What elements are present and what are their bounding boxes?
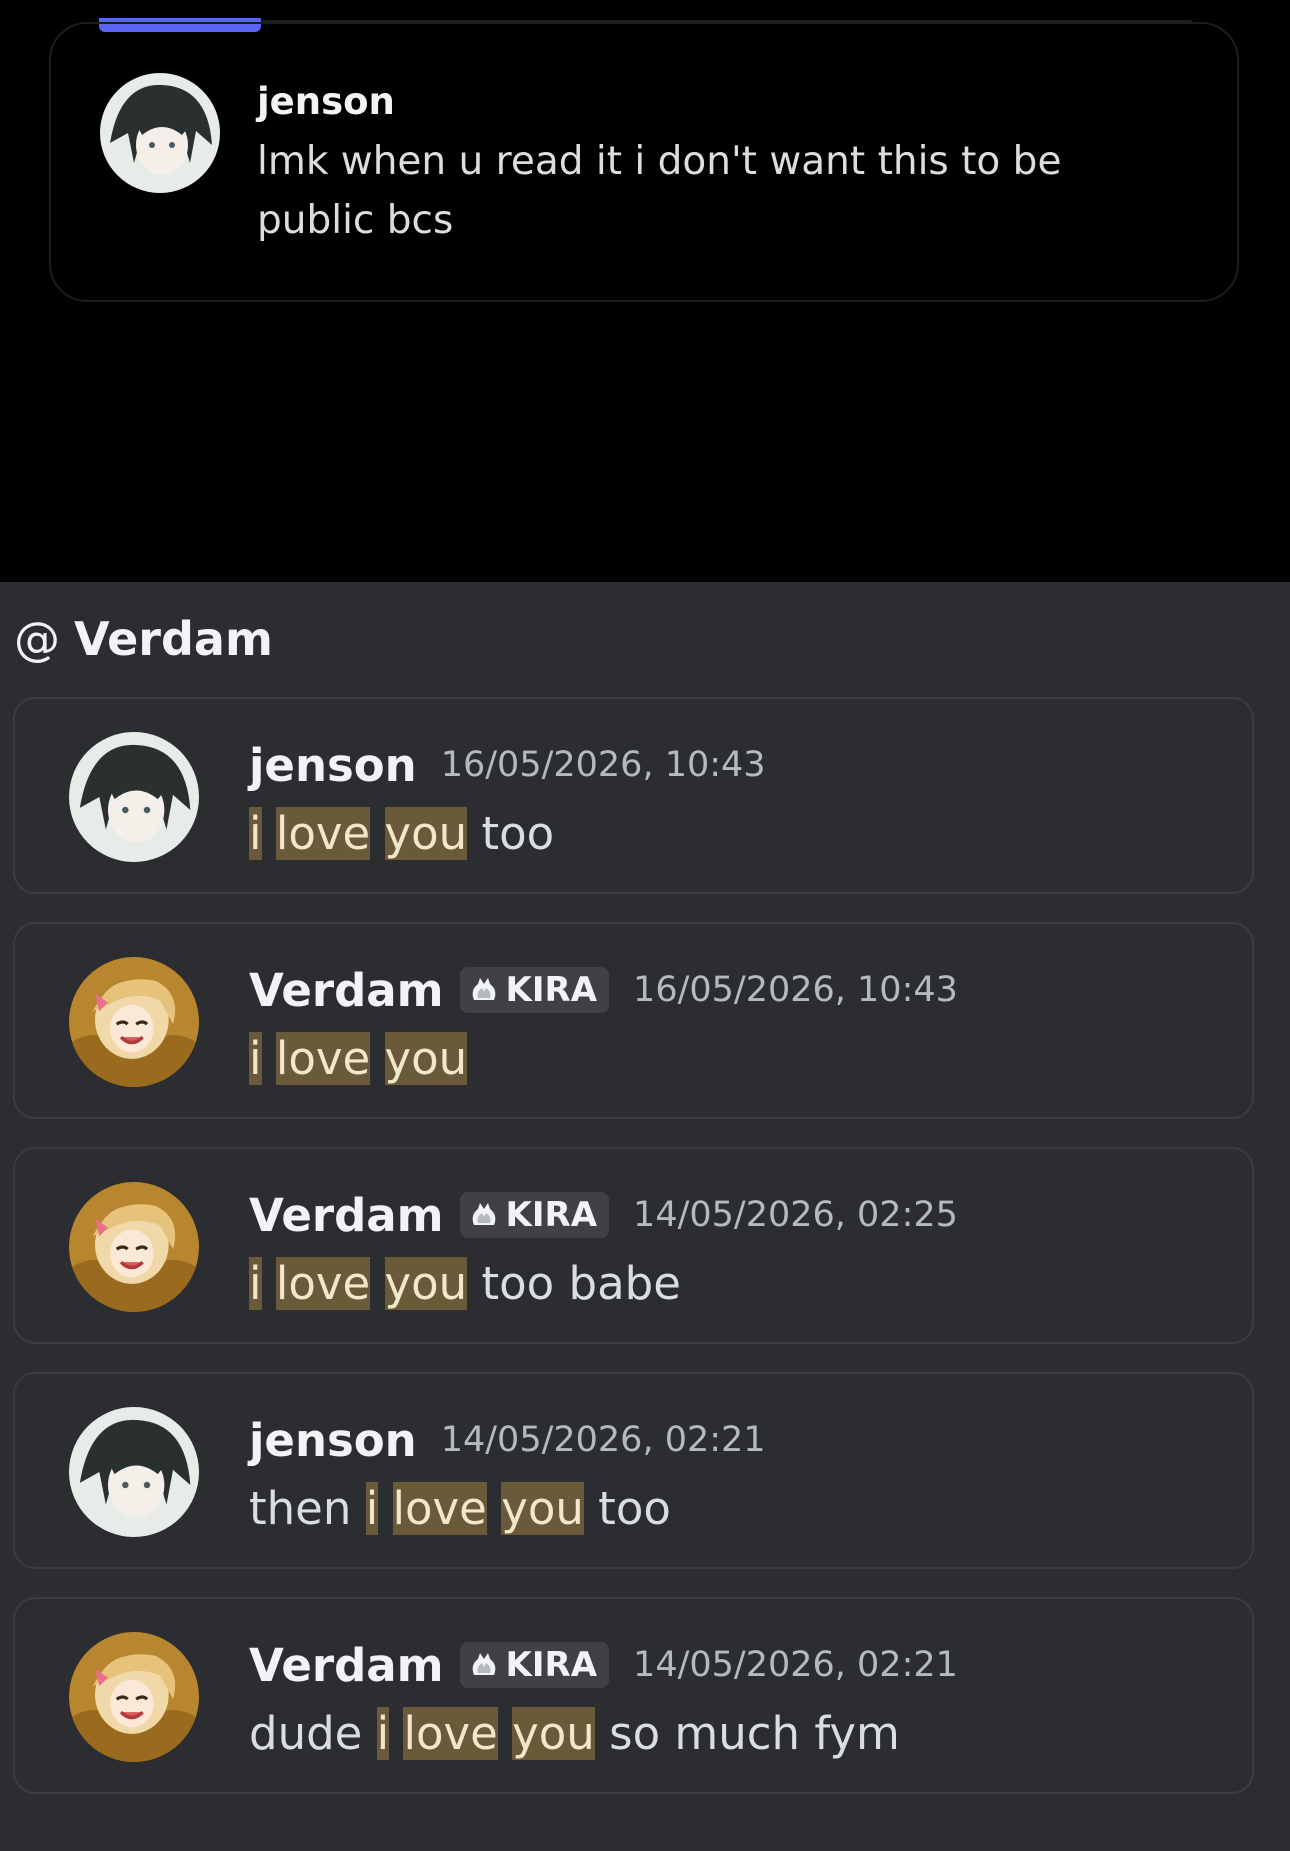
- message-text: i love you too babe: [249, 1251, 681, 1317]
- message-text-segment: [378, 1482, 392, 1535]
- tag-flame-icon: [472, 1203, 495, 1225]
- message-text-segment: too: [467, 807, 555, 860]
- tag-label: KIRA: [505, 1645, 598, 1685]
- avatar[interactable]: [69, 1182, 199, 1312]
- message-text-segment: [370, 807, 384, 860]
- reply-preview-card[interactable]: jenson lmk when u read it i don't want t…: [49, 22, 1239, 302]
- message-text-segment: [262, 1032, 276, 1085]
- message-timestamp: 16/05/2026, 10:43: [633, 970, 958, 1010]
- tag-label: KIRA: [505, 970, 598, 1010]
- message-text-segment: [370, 1032, 384, 1085]
- author-name[interactable]: Verdam: [249, 1189, 444, 1242]
- search-match-highlight: i: [249, 1257, 262, 1310]
- message-text-segment: dude: [249, 1707, 377, 1760]
- search-match-highlight: you: [384, 1032, 468, 1085]
- author-name[interactable]: Verdam: [249, 1639, 444, 1692]
- message-text: then i love you too: [249, 1476, 671, 1542]
- search-match-highlight: i: [249, 1032, 262, 1085]
- avatar[interactable]: [69, 1407, 199, 1537]
- search-match-highlight: i: [376, 1707, 390, 1760]
- search-result-message[interactable]: Verdam KIRA 14/05/2026, 02:25 i love you to…: [13, 1147, 1254, 1344]
- message-text: i love you too: [249, 801, 554, 867]
- server-tag-badge[interactable]: KIRA: [459, 1192, 610, 1238]
- message-text: dude i love you so much fym: [249, 1701, 900, 1767]
- search-match-highlight: you: [384, 807, 468, 860]
- message-header: Verdam KIRA 14/05/2026, 02:21: [249, 1633, 958, 1697]
- message-header: jenson 16/05/2026, 10:43: [249, 733, 766, 797]
- reply-preview-panel: jenson lmk when u read it i don't want t…: [0, 0, 1290, 582]
- search-match-highlight: you: [384, 1257, 468, 1310]
- server-tag-badge[interactable]: KIRA: [459, 967, 610, 1013]
- message-timestamp: 16/05/2026, 10:43: [440, 745, 766, 785]
- search-match-highlight: love: [403, 1707, 498, 1760]
- avatar[interactable]: [69, 1632, 199, 1762]
- tag-flame-icon: [472, 978, 495, 1000]
- message-text-segment: [498, 1707, 512, 1760]
- search-result-message[interactable]: jenson 16/05/2026, 10:43 i love you too: [13, 697, 1254, 894]
- search-match-highlight: you: [501, 1482, 584, 1535]
- search-match-highlight: i: [249, 807, 262, 860]
- message-text-segment: so much fym: [594, 1707, 900, 1760]
- message-header: Verdam KIRA 16/05/2026, 10:43: [249, 958, 958, 1022]
- avatar[interactable]: [100, 73, 220, 193]
- author-name[interactable]: jenson: [249, 739, 417, 792]
- search-match-highlight: you: [512, 1707, 595, 1760]
- search-result-message[interactable]: Verdam KIRA 14/05/2026, 02:21 dude i love y…: [13, 1597, 1254, 1794]
- search-result-message[interactable]: Verdam KIRA 16/05/2026, 10:43 i love you: [13, 922, 1254, 1119]
- search-channel-header: @ Verdam: [14, 612, 273, 666]
- message-text-segment: [487, 1482, 501, 1535]
- reply-author[interactable]: jenson: [257, 80, 395, 123]
- message-text-segment: [262, 807, 276, 860]
- search-match-highlight: love: [275, 1257, 371, 1310]
- tag-label: KIRA: [505, 1195, 598, 1235]
- message-timestamp: 14/05/2026, 02:21: [633, 1645, 958, 1685]
- search-match-highlight: i: [365, 1482, 379, 1535]
- search-match-highlight: love: [275, 1032, 371, 1085]
- search-result-message[interactable]: jenson 14/05/2026, 02:21 then i love you t…: [13, 1372, 1254, 1569]
- message-text-segment: [370, 1257, 384, 1310]
- message-header: jenson 14/05/2026, 02:21: [249, 1408, 766, 1472]
- avatar[interactable]: [69, 957, 199, 1087]
- channel-name: Verdam: [74, 612, 273, 666]
- author-name[interactable]: jenson: [249, 1414, 417, 1467]
- at-icon: @: [14, 612, 60, 666]
- message-text: i love you: [249, 1026, 468, 1092]
- server-tag-badge[interactable]: KIRA: [459, 1642, 610, 1688]
- message-text-segment: too babe: [467, 1257, 681, 1310]
- search-match-highlight: love: [275, 807, 371, 860]
- reply-message-text: lmk when u read it i don't want this to …: [257, 139, 1062, 243]
- message-timestamp: 14/05/2026, 02:25: [633, 1195, 958, 1235]
- message-header: Verdam KIRA 14/05/2026, 02:25: [249, 1183, 958, 1247]
- message-timestamp: 14/05/2026, 02:21: [440, 1420, 766, 1460]
- message-text-segment: then: [249, 1482, 366, 1535]
- message-text-segment: too: [583, 1482, 671, 1535]
- avatar[interactable]: [69, 732, 199, 862]
- tag-flame-icon: [472, 1653, 495, 1675]
- search-match-highlight: love: [392, 1482, 487, 1535]
- message-text-segment: [262, 1257, 276, 1310]
- author-name[interactable]: Verdam: [249, 964, 444, 1017]
- message-text-segment: [389, 1707, 403, 1760]
